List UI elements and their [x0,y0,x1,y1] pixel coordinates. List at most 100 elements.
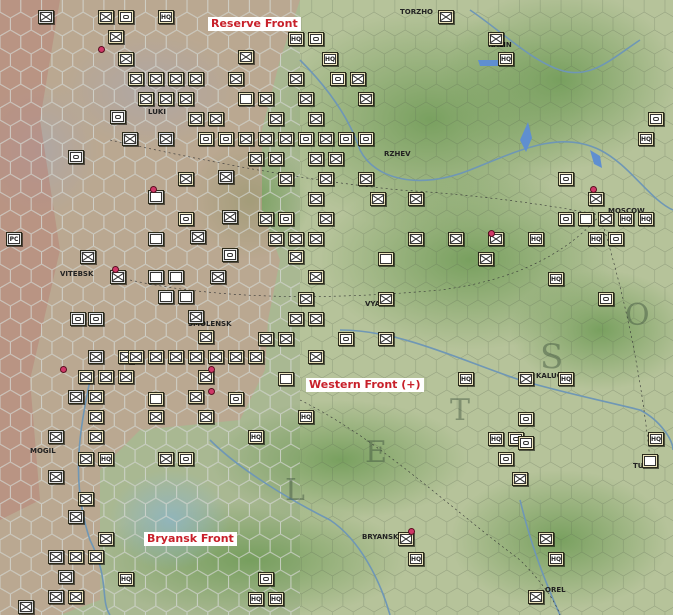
axis-unit-counter[interactable] [48,468,67,484]
soviet-unit[interactable] [512,472,528,486]
axis-unit-counter[interactable] [48,430,64,444]
western-front-unit[interactable] [278,212,294,226]
soviet-unit[interactable] [378,292,394,306]
soviet-unit[interactable] [298,292,314,306]
bryansk-front-unit[interactable] [78,492,94,506]
moscow-zone-unit[interactable] [558,212,574,226]
reserve-front-unit[interactable] [298,92,314,106]
western-front-unit[interactable] [228,392,244,406]
reserve-front-unit[interactable] [278,132,294,146]
soviet-unit[interactable] [518,436,534,450]
axis-unit-counter[interactable] [158,290,174,304]
axis-unit-counter[interactable] [68,510,84,524]
soviet-unit[interactable] [498,452,514,466]
axis-unit-counter[interactable] [222,246,241,262]
soviet-unit[interactable] [318,212,334,226]
reserve-front-unit[interactable] [308,32,324,46]
soviet-unit[interactable] [358,172,374,186]
reserve-front-unit[interactable] [238,92,254,106]
reserve-front-unit[interactable] [188,112,204,126]
soviet-unit[interactable] [538,532,554,546]
soviet-unit[interactable] [258,332,274,346]
reserve-front-unit[interactable] [168,72,184,86]
western-front-unit[interactable] [188,350,204,364]
western-front-unit[interactable] [118,370,134,384]
axis-unit-counter[interactable] [210,270,226,284]
axis-unit-counter[interactable] [38,10,54,24]
reserve-front-unit[interactable] [138,92,154,106]
soviet-unit[interactable] [278,332,294,346]
axis-unit-counter[interactable] [190,228,209,244]
soviet-unit[interactable] [370,192,386,206]
reserve-front-unit[interactable] [198,132,214,146]
reserve-front-unit[interactable] [248,152,264,166]
axis-unit-counter[interactable] [68,150,84,164]
soviet-unit[interactable] [308,312,324,326]
reserve-front-unit[interactable] [218,132,234,146]
axis-unit-counter[interactable] [148,232,164,246]
axis-unit-counter[interactable] [178,290,194,304]
reserve-front-unit[interactable] [258,92,274,106]
reserve-front-unit[interactable] [288,72,304,86]
reserve-front-hq[interactable]: HQ [322,50,341,66]
moscow-zone-unit[interactable] [578,212,594,226]
bryansk-front-unit[interactable] [258,572,274,586]
axis-unit-counter[interactable] [70,310,89,326]
bryansk-front-unit[interactable] [98,532,114,546]
western-front-unit[interactable] [78,452,94,466]
soviet-unit[interactable] [438,10,454,24]
moscow-zone-unit[interactable] [598,212,614,226]
soviet-unit[interactable] [318,172,334,186]
soviet-hq[interactable]: HQ [528,232,544,246]
western-front-unit[interactable] [88,430,104,444]
western-front-unit[interactable] [248,350,264,364]
moscow-zone-hq[interactable]: HQ [618,212,634,226]
reserve-front-unit[interactable] [98,10,114,24]
reserve-front-unit[interactable] [238,48,257,64]
soviet-hq[interactable]: HQ [498,52,514,66]
western-front-unit[interactable] [278,372,294,386]
reserve-front-unit[interactable] [118,10,134,24]
bryansk-front-hq[interactable]: HQ [118,572,134,586]
western-front-unit[interactable] [268,232,284,246]
soviet-unit[interactable] [308,192,324,206]
bryansk-front-hq[interactable]: HQ [248,592,264,606]
reserve-front-hq[interactable]: HQ [288,32,304,46]
western-front-unit[interactable] [148,392,164,406]
axis-unit-counter[interactable] [122,132,138,146]
reserve-front-unit[interactable] [118,52,134,66]
soviet-hq[interactable]: HQ [458,372,474,386]
bryansk-front-hq[interactable]: HQ [268,592,284,606]
soviet-unit[interactable] [378,252,394,266]
bryansk-front-unit[interactable] [88,550,104,564]
reserve-front-unit[interactable] [330,72,346,86]
western-front-unit[interactable] [128,350,144,364]
western-front-unit[interactable] [288,232,304,246]
western-front-unit[interactable] [198,330,214,344]
reserve-front-hq[interactable]: HQ [158,10,174,24]
western-front-unit[interactable] [78,370,94,384]
axis-unit-counter[interactable] [48,550,64,564]
axis-unit-counter[interactable] [48,590,64,604]
soviet-unit[interactable] [528,590,544,604]
soviet-unit[interactable] [288,312,304,326]
western-front-unit[interactable] [228,350,244,364]
soviet-unit[interactable] [642,452,661,468]
soviet-unit[interactable] [478,252,494,266]
reserve-front-unit[interactable] [350,72,366,86]
soviet-hq[interactable]: HQ [488,432,504,446]
reserve-front-unit[interactable] [108,30,124,44]
reserve-front-unit[interactable] [358,132,374,146]
reserve-front-unit[interactable] [338,132,354,146]
western-front-unit[interactable] [88,410,104,424]
reserve-front-unit[interactable] [148,72,164,86]
soviet-unit[interactable] [408,232,424,246]
western-front-unit[interactable] [288,250,304,264]
reserve-front-unit[interactable] [318,132,334,146]
soviet-unit[interactable] [448,232,464,246]
reserve-front-unit[interactable] [128,72,144,86]
soviet-hq[interactable]: HQ [648,432,664,446]
reserve-front-unit[interactable] [308,152,324,166]
axis-unit-counter[interactable] [168,270,184,284]
axis-unit-counter[interactable] [88,312,104,326]
